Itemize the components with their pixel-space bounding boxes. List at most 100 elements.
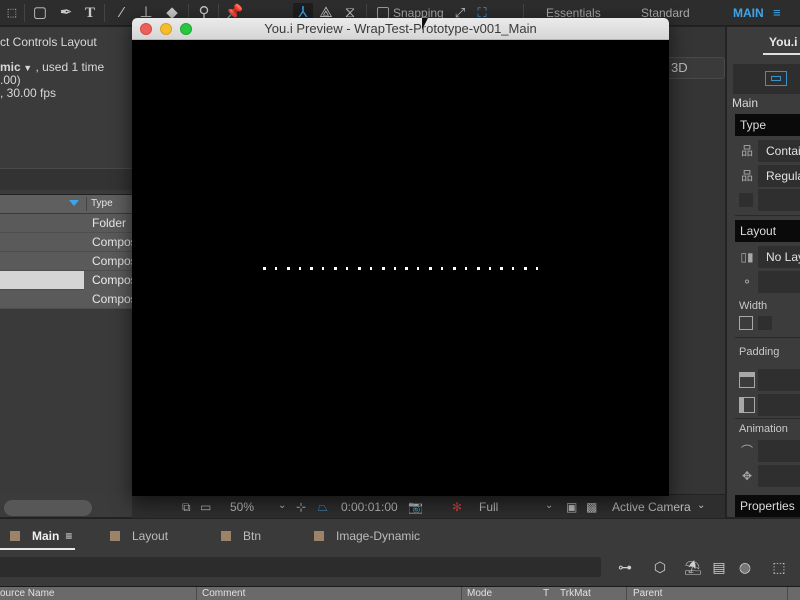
progress-dot xyxy=(417,267,419,270)
layout-field-2[interactable] xyxy=(758,271,800,293)
tab-label: Layout xyxy=(132,529,169,543)
progress-dot xyxy=(310,267,313,270)
padding-top-field[interactable] xyxy=(758,369,800,391)
sort-arrow-icon[interactable] xyxy=(69,200,79,206)
comp-color-swatch xyxy=(314,531,324,541)
tab-label: Btn xyxy=(243,529,262,543)
type-field-empty[interactable] xyxy=(758,189,800,211)
project-row[interactable]: Folder xyxy=(0,214,132,233)
preview-canvas[interactable] xyxy=(132,40,669,496)
composition-icon-inner xyxy=(771,76,781,81)
tab-label: Image-Dynamic xyxy=(336,529,421,543)
progress-dot xyxy=(441,267,443,270)
composition-icon[interactable] xyxy=(765,71,787,86)
comp-icon-bar xyxy=(733,64,800,94)
project-search-bar[interactable] xyxy=(0,168,132,190)
anchor-field[interactable] xyxy=(758,465,800,487)
always-preview-icon[interactable]: ⧉ xyxy=(182,500,191,515)
comp-name-label: Main xyxy=(732,96,759,110)
col-source-name[interactable]: ource Name xyxy=(0,588,54,599)
column-divider xyxy=(86,197,87,211)
chevron-down-icon[interactable]: ⌄ xyxy=(278,500,286,511)
project-list-empty xyxy=(0,309,132,494)
mask-visibility-icon[interactable]: ⏢ xyxy=(318,500,328,515)
color-channels-icon[interactable]: ✻ xyxy=(452,500,462,514)
progress-dot xyxy=(382,267,385,270)
progress-dot xyxy=(453,267,456,270)
comp-color-swatch xyxy=(110,531,120,541)
transparency-grid-icon[interactable]: ▩ xyxy=(586,500,597,514)
col-trkmat[interactable]: TrkMat xyxy=(560,588,591,599)
tab-youi[interactable]: You.i xyxy=(769,35,797,49)
draft-3d-icon[interactable]: ⬡ xyxy=(650,557,670,577)
project-row[interactable]: Compos xyxy=(0,290,137,309)
col-t[interactable]: T xyxy=(543,588,549,599)
brush-tool-icon[interactable]: ⁄ xyxy=(112,3,132,23)
chevron-down-icon[interactable]: ⌄ xyxy=(545,500,553,511)
workspace-menu-icon[interactable]: ≡ xyxy=(773,5,781,20)
timeline-tab-main[interactable]: Main ≡ xyxy=(10,529,72,543)
workspace-main[interactable]: MAIN xyxy=(733,6,764,20)
zoom-dropdown[interactable]: 50% xyxy=(230,500,254,514)
resolution-dropdown[interactable]: Full xyxy=(479,500,498,514)
column-divider xyxy=(196,587,197,600)
progress-dot xyxy=(536,267,538,270)
progress-dot xyxy=(334,267,337,270)
padding-top-icon xyxy=(739,372,755,388)
monitor-icon[interactable]: ▭ xyxy=(200,500,211,514)
region-select-icon[interactable]: ⬚ xyxy=(2,3,22,23)
comp-flowchart-icon[interactable]: ⊶ xyxy=(615,557,635,577)
layout-section-header[interactable]: Layout xyxy=(735,220,800,242)
rectangle-tool-icon[interactable]: ▢ xyxy=(30,3,50,23)
chevron-down-icon[interactable]: ⌄ xyxy=(697,500,705,511)
layout-dropdown[interactable]: No Lay xyxy=(758,246,800,268)
window-titlebar[interactable]: You.i Preview - WrapTest-Prototype-v001_… xyxy=(132,18,669,40)
easing-field[interactable] xyxy=(758,440,800,462)
snapshot-camera-icon[interactable]: 📷 xyxy=(408,500,423,514)
timeline-panel: Main ≡ Layout Btn Image-Dynamic ⊶ ⬡ ⛱ ▤ ◍… xyxy=(0,518,800,600)
dropdown-arrow-icon[interactable]: ▼ xyxy=(21,63,32,73)
comp-name[interactable]: mic xyxy=(0,60,21,74)
timecode[interactable]: 0:00:01:00 xyxy=(341,500,398,514)
timeline-tab-layout[interactable]: Layout xyxy=(110,529,168,543)
project-row-selected[interactable]: Compos xyxy=(0,271,137,290)
graph-editor-icon[interactable]: ⬚ xyxy=(769,557,789,577)
tab-menu-icon[interactable]: ≡ xyxy=(65,529,72,543)
comp-info-line-2: .00) xyxy=(0,73,21,87)
motion-blur-icon[interactable]: ◍ xyxy=(735,557,755,577)
project-row[interactable]: Compos xyxy=(0,233,137,252)
timeline-tab-image-dynamic[interactable]: Image-Dynamic xyxy=(314,529,420,543)
app-window: ⬚ ▢ ✒ T ⁄ ⊥ ◆ ⚲ 📌 ⅄ ⟁ ⧖ Snapping ⤢ ⛶ Ess… xyxy=(0,0,800,600)
pen-tool-icon[interactable]: ✒ xyxy=(56,3,76,23)
progress-dot xyxy=(405,267,408,270)
padding-label: Padding xyxy=(739,346,780,358)
timeline-tab-btn[interactable]: Btn xyxy=(221,529,261,543)
camera-dropdown[interactable]: Active Camera xyxy=(612,500,691,514)
fast-previews-icon[interactable]: ▣ xyxy=(566,500,577,514)
region-of-interest-icon[interactable]: ⊹ xyxy=(296,500,306,514)
col-mode[interactable]: Mode xyxy=(467,588,492,599)
project-row-type: Compos xyxy=(92,292,137,306)
divider xyxy=(735,337,800,338)
properties-section-header[interactable]: Properties xyxy=(735,495,800,517)
col-parent[interactable]: Parent xyxy=(633,588,662,599)
progress-dot xyxy=(500,267,503,270)
horizontal-scrollbar[interactable] xyxy=(4,500,92,516)
col-comment[interactable]: Comment xyxy=(202,588,245,599)
type-field-regular[interactable]: Regula xyxy=(758,165,800,187)
padding-left-field[interactable] xyxy=(758,394,800,416)
frame-blending-icon[interactable]: ▤ xyxy=(709,557,729,577)
type-column-header[interactable]: Type xyxy=(91,198,113,209)
type-field-container[interactable]: Contai xyxy=(758,140,800,162)
width-field[interactable] xyxy=(758,316,772,330)
type-section-header[interactable]: Type xyxy=(735,114,800,136)
progress-dot xyxy=(489,267,491,270)
hierarchy-icon: 品 xyxy=(740,144,753,158)
shy-layers-icon[interactable]: ⛱ xyxy=(683,557,703,577)
comp-color-swatch xyxy=(10,531,20,541)
project-row[interactable]: Compos xyxy=(0,252,137,271)
timeline-search-input[interactable] xyxy=(0,557,601,577)
text-tool-icon[interactable]: T xyxy=(80,3,100,23)
toolbar-divider xyxy=(24,4,25,22)
progress-dot xyxy=(287,267,290,270)
